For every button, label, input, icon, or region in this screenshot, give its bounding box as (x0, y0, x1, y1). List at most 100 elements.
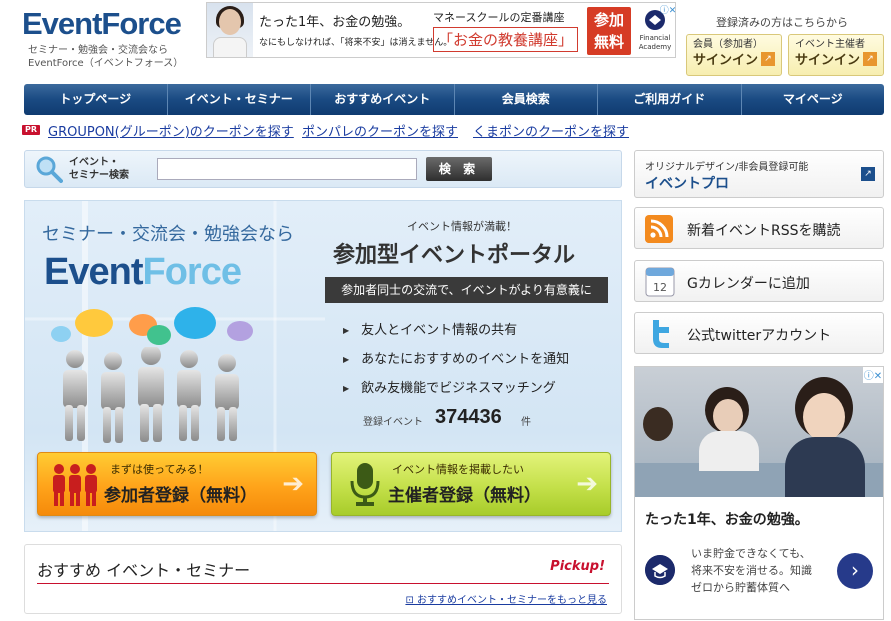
twitter-link[interactable]: 公式twitterアカウント (634, 312, 884, 354)
ad-photo (207, 3, 253, 57)
pr-badge: PR (22, 125, 41, 135)
participants-icon (53, 464, 97, 506)
logo-tagline-line2: EventForce（イベントフォース） (28, 58, 184, 69)
eventpro-title: イベントプロ (645, 176, 729, 192)
ad-person-face (803, 393, 845, 441)
nav-item-guide[interactable]: ご利用ガイド (598, 84, 742, 115)
hero-band: 参加者同士の交流で、イベントがより有意義に (325, 277, 608, 303)
host-role-label: イベント主催者 (795, 39, 865, 50)
participant-register-label: 参加者登録（無料） (104, 486, 257, 506)
ad-person-face (219, 9, 241, 35)
host-register-sub: イベント情報を掲載したい (392, 463, 524, 476)
nav-item-member-search[interactable]: 会員検索 (455, 84, 598, 115)
more-arrow-icon: ⊡ (405, 595, 417, 606)
participant-register-button[interactable]: まずは使ってみる！ 参加者登録（無料） ➔ (37, 452, 317, 516)
ad-person-body (699, 431, 759, 471)
more-recommended-label: おすすめイベント・セミナーをもっと見る (417, 595, 607, 606)
logo-tagline-line1: セミナー・勉強会・交流会なら (28, 45, 168, 56)
calendar-day: 12 (653, 281, 667, 294)
recommended-events-section: おすすめ イベント・セミナー Pickup! ⊡ おすすめイベント・セミナーをも… (24, 544, 622, 614)
member-signin-button[interactable]: 会員（参加者） サインイン ↗ (686, 34, 782, 76)
ad-brand-mark-icon (645, 555, 675, 585)
logo-tagline: セミナー・勉強会・交流会なら EventForce（イベントフォース） (28, 44, 183, 70)
groupon-coupon-link[interactable]: GROUPON(グルーポン)のクーポンを探す (48, 121, 294, 140)
gcal-label: Gカレンダーに追加 (687, 276, 810, 292)
ad-info-icon[interactable]: ⓘ✕ (863, 367, 883, 383)
people-group-illustration (63, 347, 239, 443)
speech-bubble-icon (51, 326, 71, 342)
ad-body-line: いま貯金できなくても、 (691, 547, 811, 560)
pickup-badge: Pickup! (550, 559, 605, 574)
ad-person-body (213, 37, 247, 57)
main-nav: トップページ イベント・セミナー おすすめイベント 会員検索 ご利用ガイド マイ… (24, 84, 884, 115)
host-register-label: 主催者登録（無料） (388, 486, 541, 506)
calendar-icon: 12 (645, 267, 675, 297)
site-logo[interactable]: EventForce (22, 6, 182, 42)
hero-logo-event: Event (44, 251, 143, 293)
more-recommended-link[interactable]: ⊡ おすすめイベント・セミナーをもっと見る (405, 591, 607, 606)
speech-bubble-icon (147, 325, 171, 345)
arrow-icon: ↗ (863, 52, 877, 66)
search-input[interactable] (157, 158, 417, 180)
section-divider (37, 583, 609, 584)
ad-info-icon[interactable]: ⓘ✕ (659, 3, 675, 17)
ad-person-face (713, 399, 743, 433)
external-link-icon: ↗ (861, 167, 875, 181)
ad-person-body (785, 437, 865, 497)
twitter-icon (653, 320, 669, 348)
ad-cta-label: 参加 無料 (593, 11, 624, 51)
eventpro-subtitle: オリジナルデザイン/非会員登録可能 (645, 162, 809, 173)
participant-register-sub: まずは使ってみる！ (110, 463, 209, 476)
ad-brand-name: Financial Academy (638, 34, 672, 51)
side-banner-ad[interactable]: ⓘ✕ たった1年、お金の勉強。 いま貯金できなくても、 将来不安を消せる。知識 … (634, 366, 884, 620)
host-signin-button[interactable]: イベント主催者 サインイン ↗ (788, 34, 884, 76)
ad-headline: たった1年、お金の勉強。 (259, 15, 411, 30)
search-label-line1: イベント・ (69, 157, 119, 168)
host-register-button[interactable]: イベント情報を掲載したい 主催者登録（無料） ➔ (331, 452, 611, 516)
section-title: おすすめ イベント・セミナー (37, 561, 251, 580)
ad-cta-button[interactable]: 参加 無料 (587, 7, 631, 55)
ad-classroom-photo (635, 367, 883, 497)
feature-item: あなたにおすすめのイベントを通知 (343, 348, 569, 367)
ad-school-label: マネースクールの定番講座 (433, 11, 565, 24)
microphone-icon (350, 463, 380, 506)
event-count-unit: 件 (521, 417, 531, 428)
search-label-line2: セミナー検索 (69, 170, 129, 181)
hero-title: 参加型イベントポータル (333, 243, 576, 268)
arrow-right-icon: ➔ (282, 469, 304, 499)
search-label: イベント・ セミナー検索 (69, 156, 129, 182)
kumapon-coupon-link[interactable]: くまポンのクーポンを探す (473, 121, 629, 140)
ponpare-coupon-link[interactable]: ポンパレのクーポンを探す (302, 121, 458, 140)
ad-body-line: ゼロから貯蓄体質へ (691, 581, 790, 594)
event-search-box: イベント・ セミナー検索 検 索 (24, 150, 622, 188)
nav-item-mypage[interactable]: マイページ (742, 84, 885, 115)
nav-item-recommended[interactable]: おすすめイベント (311, 84, 455, 115)
ad-course-name: 「お金の教養講座」 (433, 27, 579, 52)
hero-banner: セミナー・交流会・勉強会なら EventForce イベント情報が満載！ 参加型… (24, 200, 622, 532)
feature-item: 飲み友機能でビジネスマッチング (343, 377, 556, 396)
rss-icon (645, 215, 673, 243)
ad-body-text: いま貯金できなくても、 将来不安を消せる。知識 ゼロから貯蓄体質へ (691, 545, 812, 596)
nav-item-top[interactable]: トップページ (24, 84, 168, 115)
top-banner-ad[interactable]: たった1年、お金の勉強。 なにもしなければ、「将来不安」は消えません。 マネース… (206, 2, 676, 58)
ad-person-hair (643, 407, 673, 441)
login-caption: 登録済みの方はこちらから (716, 16, 848, 29)
hero-logo: EventForce (44, 251, 242, 294)
search-icon (36, 156, 63, 183)
member-role-label: 会員（参加者） (693, 39, 763, 50)
speech-bubble-icon (227, 321, 253, 341)
google-calendar-link[interactable]: 12 Gカレンダーに追加 (634, 260, 884, 302)
twitter-label: 公式twitterアカウント (687, 328, 832, 344)
rss-subscribe-link[interactable]: 新着イベントRSSを購読 (634, 207, 884, 249)
hero-tagline: セミナー・交流会・勉強会なら (42, 224, 294, 245)
speech-bubble-icon (75, 309, 113, 337)
nav-item-events[interactable]: イベント・セミナー (168, 84, 311, 115)
ad-headline: たった1年、お金の勉強。 (645, 512, 809, 528)
speech-bubble-icon (174, 307, 216, 339)
ad-subline: なにもしなければ、「将来不安」は消えません。 (259, 38, 453, 48)
eventpro-link[interactable]: オリジナルデザイン/非会員登録可能 イベントプロ ↗ (634, 150, 884, 198)
chevron-right-icon[interactable]: › (837, 553, 873, 589)
search-button[interactable]: 検 索 (426, 157, 492, 181)
arrow-right-icon: ➔ (576, 469, 598, 499)
ad-body-line: 将来不安を消せる。知識 (691, 564, 812, 577)
